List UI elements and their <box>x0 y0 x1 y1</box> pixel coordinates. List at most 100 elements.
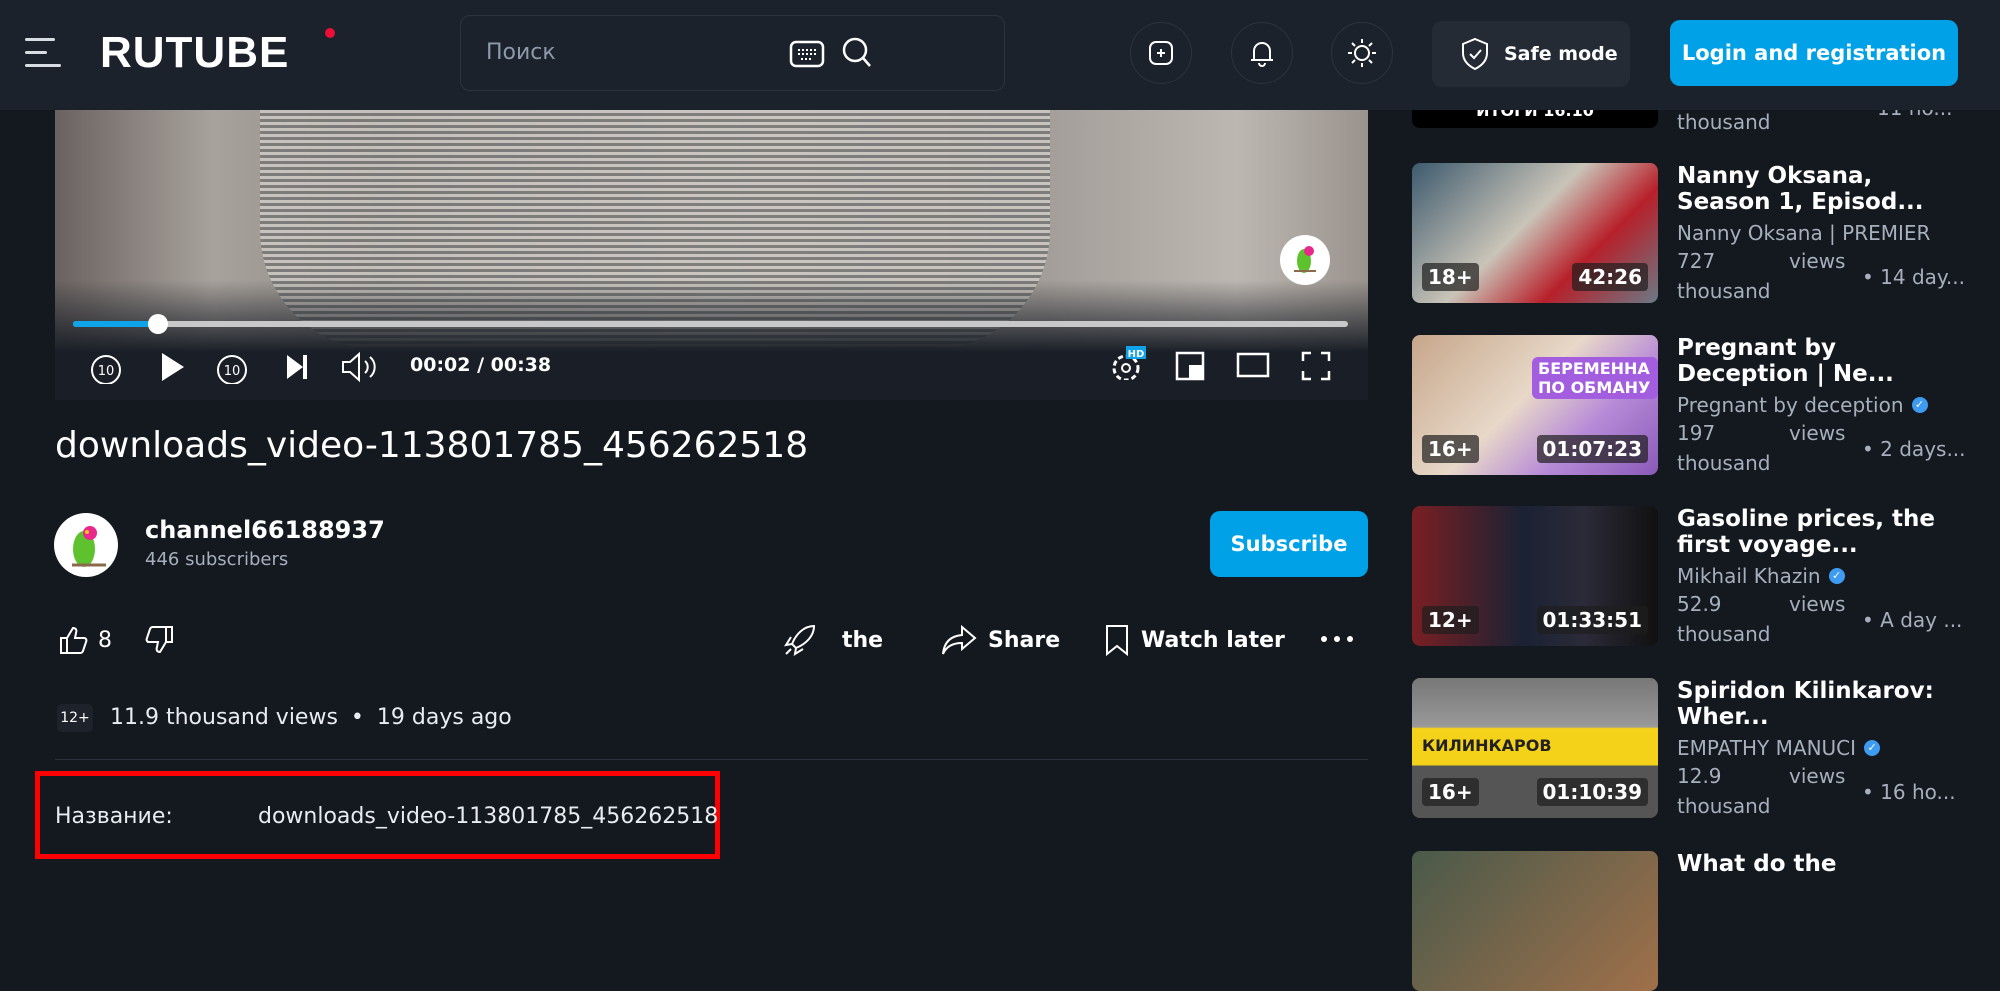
safe-mode-label: Safe mode <box>1504 43 1618 65</box>
theme-button[interactable] <box>1331 22 1393 84</box>
age-badge: 16+ <box>1422 778 1479 806</box>
views-number: 12.9 <box>1677 764 1722 788</box>
details-label: Название: <box>55 804 173 829</box>
search-icon[interactable] <box>841 36 873 70</box>
duration-badge: 01:10:39 <box>1536 778 1648 806</box>
svg-text:HD: HD <box>1128 349 1145 360</box>
age-badge: 12+ <box>1422 606 1479 634</box>
video-player[interactable] <box>55 110 1368 400</box>
like-count: 8 <box>98 627 112 653</box>
duration-badge: 01:33:51 <box>1536 606 1648 634</box>
share-icon <box>942 624 977 655</box>
video-title[interactable]: Spiridon Kilinkarov: Wher... <box>1677 678 1967 730</box>
age-rating-badge: 12+ <box>57 704 93 732</box>
thumbnail-text: КИЛИНКАРОВ <box>1422 736 1552 755</box>
header: RUTUBE Поиск Safe mode Login and registr… <box>0 0 2000 110</box>
settings-hd-icon[interactable]: HD <box>1108 346 1148 380</box>
theater-mode-icon[interactable] <box>1235 350 1271 384</box>
sidebar-video-4[interactable]: КИЛИНКАРОВ 16+ 01:10:39 Spiridon Kilinkarov… <box>1412 678 2000 818</box>
channel-name[interactable]: channel66188937 <box>145 516 385 544</box>
views-unit: thousand <box>1677 794 1771 818</box>
boost-button[interactable]: the <box>782 622 883 658</box>
views-unit: thousand <box>1677 451 1771 475</box>
channel-name[interactable]: EMPATHY MANUCI <box>1677 736 1856 760</box>
notifications-button[interactable] <box>1231 22 1293 84</box>
age-badge: 18+ <box>1422 263 1479 291</box>
watch-later-button[interactable]: Watch later <box>1103 622 1285 658</box>
thumbnail-text: БЕРЕМЕННА ПО ОБМАНУ <box>1532 357 1658 399</box>
view-count: 11.9 thousand views <box>110 705 338 730</box>
thumbs-down-icon[interactable] <box>145 625 175 655</box>
menu-icon[interactable] <box>25 38 61 68</box>
miniplayer-icon[interactable] <box>1174 350 1206 384</box>
channel-name[interactable]: Mikhail Khazin <box>1677 564 1821 588</box>
channel-name[interactable]: Nanny Oksana | PREMIER <box>1677 221 1930 245</box>
separator: • <box>350 705 364 730</box>
video-title[interactable]: Nanny Oksana, Season 1, Episod... <box>1677 163 1967 215</box>
views-word: views <box>1789 249 1846 273</box>
search-placeholder: Поиск <box>486 40 556 65</box>
rewind-10-icon[interactable]: 10 <box>88 350 124 384</box>
time-display: 00:02 / 00:38 <box>410 354 552 376</box>
views-unit: thousand <box>1677 622 1771 646</box>
safe-mode-button[interactable]: Safe mode <box>1432 21 1630 87</box>
age-badge: 16+ <box>1422 435 1479 463</box>
rocket-icon <box>783 624 816 657</box>
bookmark-icon <box>1106 625 1128 657</box>
duration-badge: 42:26 <box>1572 263 1648 291</box>
views-word: views <box>1789 592 1846 616</box>
channel-name[interactable]: Pregnant by deception <box>1677 393 1904 417</box>
video-meta: 11.9 thousand views • 19 days ago <box>110 705 512 730</box>
thumbnail: 18+ 42:26 <box>1412 163 1658 303</box>
sidebar-video-5[interactable]: What do the <box>1412 851 2000 991</box>
watch-later-label: Watch later <box>1141 627 1285 653</box>
upload-date: • 14 day... <box>1862 265 1965 289</box>
keyboard-icon[interactable] <box>789 40 825 68</box>
duration-badge: 01:07:23 <box>1536 435 1648 463</box>
boost-label: the <box>842 627 884 653</box>
video-title: downloads_video-113801785_456262518 <box>55 425 809 466</box>
views-word: views <box>1789 421 1846 445</box>
share-button[interactable]: Share <box>940 622 1060 658</box>
sidebar-video-1[interactable]: 18+ 42:26 Nanny Oksana, Season 1, Episod..… <box>1412 163 2000 303</box>
next-icon[interactable] <box>284 350 310 384</box>
sidebar-video-3[interactable]: 12+ 01:33:51 Gasoline prices, the first vo… <box>1412 506 2000 646</box>
views-unit: thousand <box>1677 279 1771 303</box>
more-icon[interactable] <box>1320 634 1354 644</box>
subscribe-button[interactable]: Subscribe <box>1210 511 1368 577</box>
login-button[interactable]: Login and registration <box>1670 20 1958 86</box>
thumbnail: КИЛИНКАРОВ 16+ 01:10:39 <box>1412 678 1658 818</box>
progress-bar[interactable] <box>73 314 1348 334</box>
shield-check-icon <box>1462 37 1488 71</box>
sun-icon <box>1348 39 1376 67</box>
forward-10-icon[interactable]: 10 <box>214 350 250 384</box>
thumbnail <box>1412 851 1658 991</box>
subscriber-count: 446 subscribers <box>145 549 289 570</box>
like-button[interactable]: 8 <box>58 622 112 658</box>
fullscreen-icon[interactable] <box>1300 350 1332 384</box>
sidebar-video-2[interactable]: БЕРЕМЕННА ПО ОБМАНУ 16+ 01:07:23 Pregnant b… <box>1412 335 2000 475</box>
svg-text:10: 10 <box>98 364 115 379</box>
search-input[interactable]: Поиск <box>460 15 1005 91</box>
channel-avatar[interactable] <box>54 513 118 577</box>
play-icon[interactable] <box>158 350 186 384</box>
video-title[interactable]: Gasoline prices, the first voyage... <box>1677 506 1967 558</box>
views-number: 727 <box>1677 249 1716 273</box>
verified-icon: ✓ <box>1864 740 1881 756</box>
thumbnail: БЕРЕМЕННА ПО ОБМАНУ 16+ 01:07:23 <box>1412 335 1658 475</box>
parrot-icon <box>1294 246 1316 273</box>
progress-fill <box>73 321 159 327</box>
volume-icon[interactable] <box>340 350 380 384</box>
video-title[interactable]: What do the <box>1677 851 1967 903</box>
plus-box-icon <box>1149 41 1173 65</box>
video-title[interactable]: Pregnant by Deception | Ne... <box>1677 335 1967 387</box>
parrot-icon <box>72 526 106 567</box>
views-word: views <box>1789 764 1846 788</box>
channel-watermark <box>1280 235 1330 285</box>
bell-icon <box>1251 42 1273 67</box>
upload-button[interactable] <box>1130 22 1192 84</box>
share-label: Share <box>988 627 1061 653</box>
logo[interactable]: RUTUBE <box>100 28 289 78</box>
thumbs-up-icon <box>60 626 88 654</box>
views-number: 52.9 <box>1677 592 1722 616</box>
